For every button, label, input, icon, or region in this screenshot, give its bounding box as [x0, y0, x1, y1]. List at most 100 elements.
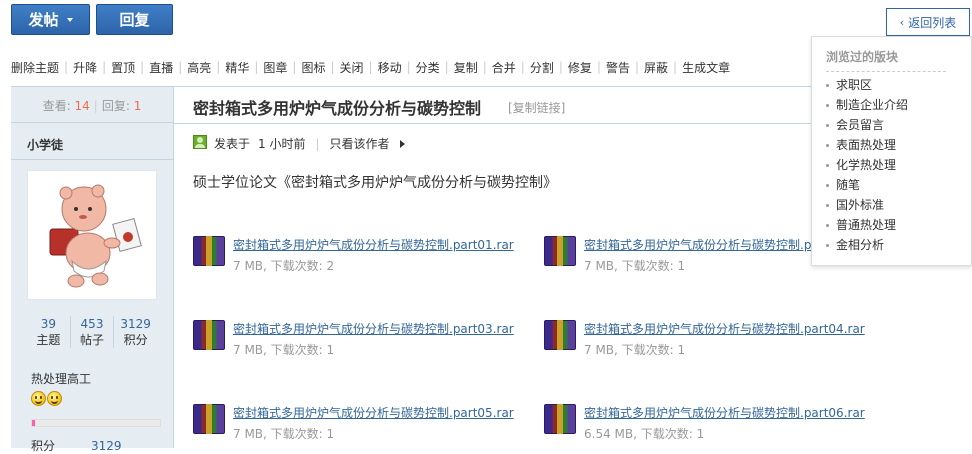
divider: [11, 159, 173, 160]
mod-category[interactable]: 分类: [416, 59, 440, 76]
posted-time: 1 小时前: [258, 137, 306, 151]
divider: |: [102, 60, 107, 74]
mod-icon[interactable]: 图标: [301, 59, 325, 76]
author-rank: 热处理高工: [31, 372, 92, 386]
browsed-forums-title: 浏览过的版块: [826, 50, 899, 64]
reply-button[interactable]: 回复: [96, 4, 173, 35]
divider: |: [634, 60, 639, 74]
attachment-link[interactable]: 密封箱式多用炉炉气成份分析与碳势控制.part04.rar: [584, 320, 865, 337]
author-name[interactable]: 小学徒: [27, 136, 63, 153]
post-button[interactable]: 发帖: [11, 4, 90, 35]
mod-close[interactable]: 关闭: [340, 59, 364, 76]
replies-label: 回复:: [101, 99, 130, 113]
attachment-item: 密封箱式多用炉炉气成份分析与碳势控制.part06.rar 6.54 MB, 下…: [544, 404, 874, 444]
rar-archive-icon: [544, 236, 576, 266]
divider: |: [406, 60, 411, 74]
browsed-forum-item[interactable]: 金相分析: [826, 235, 908, 255]
divider: |: [520, 60, 525, 74]
divider: |: [368, 60, 373, 74]
smiley-icon: [47, 391, 62, 406]
chevron-down-icon: [66, 17, 73, 22]
divider: |: [444, 60, 449, 74]
browsed-forum-item[interactable]: 会员留言: [826, 115, 908, 135]
mod-delete-thread[interactable]: 删除主题: [11, 59, 59, 76]
avatar[interactable]: [27, 170, 157, 300]
author-threads-label: 主题: [36, 333, 61, 347]
mod-copy[interactable]: 复制: [454, 59, 478, 76]
post-body: 硕士学位论文《密封箱式多用炉炉气成份分析与碳势控制》: [193, 175, 557, 191]
divider: [826, 71, 946, 72]
mod-bump[interactable]: 升降: [73, 59, 97, 76]
author-points: 积分 3129: [31, 437, 122, 454]
attachment-info: 7 MB, 下载次数: 2: [233, 259, 335, 273]
attachment-link[interactable]: 密封箱式多用炉炉气成份分析与碳势控制.part05.rar: [233, 404, 514, 421]
rar-archive-icon: [193, 404, 225, 434]
mod-generate-article[interactable]: 生成文章: [682, 59, 730, 76]
browsed-forums-list: 求职区 制造企业介绍 会员留言 表面热处理 化学热处理 随笔 国外标准 普通热处…: [826, 75, 908, 255]
attachment-info: 7 MB, 下载次数: 1: [233, 427, 335, 441]
divider: |: [178, 60, 183, 74]
divider: |: [93, 99, 98, 113]
chevron-left-icon: ‹: [899, 15, 905, 29]
post-meta: 发表于 1 小时前 | 只看该作者: [214, 135, 405, 152]
author-points-value: 3129: [91, 439, 122, 453]
rank-progress-bar: [31, 419, 161, 427]
rar-archive-icon: [544, 320, 576, 350]
mod-stick[interactable]: 置顶: [111, 59, 135, 76]
user-online-icon: [193, 135, 207, 149]
mod-stamp[interactable]: 图章: [263, 59, 287, 76]
mod-split[interactable]: 分割: [530, 59, 554, 76]
attachment-link[interactable]: 密封箱式多用炉炉气成份分析与碳势控制.part03.rar: [233, 320, 514, 337]
browsed-forum-item[interactable]: 随笔: [826, 175, 908, 195]
back-to-list-label: 返回列表: [908, 15, 957, 30]
mod-repair[interactable]: 修复: [568, 59, 592, 76]
author-threads-value: 39: [40, 317, 56, 331]
author-threads[interactable]: 39 主题: [27, 316, 71, 348]
only-author-link[interactable]: 只看该作者: [330, 135, 390, 152]
views-label: 查看:: [42, 99, 71, 113]
post-button-label: 发帖: [28, 11, 59, 29]
attachment-info: 7 MB, 下载次数: 1: [584, 343, 686, 357]
attachment-link[interactable]: 密封箱式多用炉炉气成份分析与碳势控制.part06.rar: [584, 404, 865, 421]
mod-live[interactable]: 直播: [149, 59, 173, 76]
page-title: 密封箱式多用炉炉气成份分析与碳势控制: [193, 99, 482, 118]
mod-highlight[interactable]: 高亮: [187, 59, 211, 76]
posted-prefix: 发表于: [214, 137, 251, 151]
rar-archive-icon: [544, 404, 576, 434]
thread-stats: 查看: 14 | 回复: 1: [11, 97, 173, 114]
browsed-forum-item[interactable]: 国外标准: [826, 195, 908, 215]
copy-link-button[interactable]: [复制链接]: [508, 99, 565, 116]
browsed-forum-item[interactable]: 表面热处理: [826, 135, 908, 155]
attachment-info: 6.54 MB, 下载次数: 1: [584, 427, 705, 441]
replies-count: 1: [133, 99, 142, 113]
mod-move[interactable]: 移动: [378, 59, 402, 76]
author-sidebar: 查看: 14 | 回复: 1 小学徒 39 主题 453 帖子 3129 积分 …: [11, 87, 174, 453]
attachment-link[interactable]: 密封箱式多用炉炉气成份分析与碳势控制.part01.rar: [233, 236, 514, 253]
mod-merge[interactable]: 合并: [492, 59, 516, 76]
author-posts-value: 453: [80, 317, 104, 331]
author-posts[interactable]: 453 帖子: [71, 316, 115, 348]
divider: |: [140, 60, 145, 74]
author-credits-value: 3129: [120, 317, 151, 331]
mod-ban[interactable]: 屏蔽: [644, 59, 668, 76]
rar-archive-icon: [193, 236, 225, 266]
divider: |: [558, 60, 563, 74]
attachment-item: 密封箱式多用炉炉气成份分析与碳势控制.part05.rar 7 MB, 下载次数…: [193, 404, 523, 444]
divider: |: [216, 60, 221, 74]
divider: |: [292, 60, 297, 74]
browsed-forum-item[interactable]: 制造企业介绍: [826, 95, 908, 115]
author-credits[interactable]: 3129 积分: [114, 316, 157, 348]
mod-digest[interactable]: 精华: [225, 59, 249, 76]
rank-stars: [31, 391, 62, 406]
browsed-forum-item[interactable]: 普通热处理: [826, 215, 908, 235]
divider: |: [482, 60, 487, 74]
views-count: 14: [74, 99, 90, 113]
browsed-forum-item[interactable]: 化学热处理: [826, 155, 908, 175]
attachment-item: 密封箱式多用炉炉气成份分析与碳势控制.part01.rar 7 MB, 下载次数…: [193, 236, 523, 276]
mod-warn[interactable]: 警告: [606, 59, 630, 76]
author-stats: 39 主题 453 帖子 3129 积分: [27, 316, 157, 348]
divider: |: [64, 60, 69, 74]
back-to-list-button[interactable]: ‹ 返回列表: [886, 8, 970, 36]
moderation-toolbar: 删除主题 | 升降 | 置顶 | 直播 | 高亮 | 精华 | 图章 | 图标 | 关闭 | 移动…: [11, 58, 730, 76]
browsed-forum-item[interactable]: 求职区: [826, 75, 908, 95]
